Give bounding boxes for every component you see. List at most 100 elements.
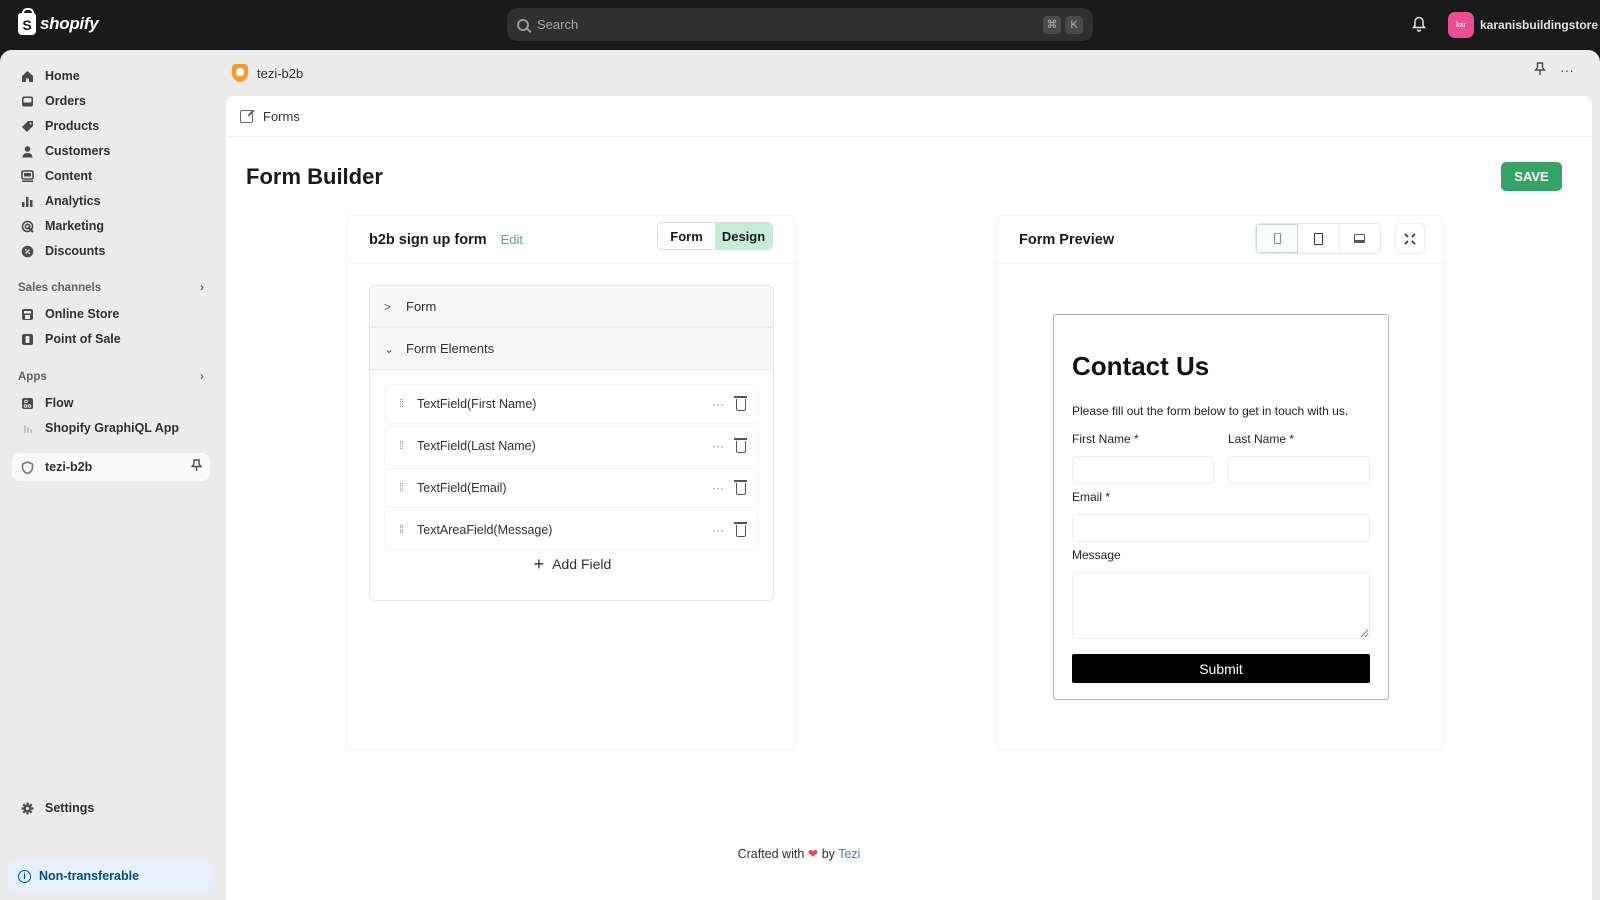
device-mobile-button[interactable] xyxy=(1256,224,1299,253)
tab-design[interactable]: Design xyxy=(715,223,772,249)
sidebar-item-flow[interactable]: Flow xyxy=(12,390,210,416)
sidebar-item-label: Shopify GraphiQL App xyxy=(45,421,180,435)
section-label: Form Elements xyxy=(406,341,495,356)
sidebar-item-orders[interactable]: Orders xyxy=(12,88,210,114)
search-icon xyxy=(517,18,529,31)
sidebar-item-online-store[interactable]: Online Store xyxy=(12,301,210,327)
more-options-icon[interactable]: ··· xyxy=(1560,62,1574,79)
top-bar: S shopify Search ⌘ K kar karanisbuilding… xyxy=(0,0,1600,50)
sidebar-item-content[interactable]: Content xyxy=(12,163,210,189)
email-field[interactable] xyxy=(1072,514,1370,542)
device-tablet-button[interactable] xyxy=(1298,224,1340,253)
sidebar-item-label: Flow xyxy=(45,396,74,410)
preview-form-description: Please fill out the form below to get in… xyxy=(1072,404,1349,418)
field-item[interactable]: ⁞⁞ TextField(Email) ··· xyxy=(384,468,759,508)
drag-handle-icon[interactable]: ⁞⁞ xyxy=(399,482,417,494)
field-item[interactable]: ⁞⁞ TextField(First Name) ··· xyxy=(384,384,759,424)
search-bar[interactable]: Search ⌘ K xyxy=(507,8,1093,41)
trash-icon[interactable] xyxy=(734,522,747,537)
last-name-field[interactable] xyxy=(1228,456,1370,484)
chevron-right-icon: › xyxy=(200,282,204,294)
info-icon: i xyxy=(18,869,31,883)
section-form[interactable]: > Form xyxy=(370,286,773,328)
pin-icon[interactable] xyxy=(190,459,203,475)
store-icon xyxy=(20,307,34,321)
target-icon xyxy=(20,219,34,233)
sidebar: Home Orders Products Customers Content A… xyxy=(0,50,222,900)
sidebar-item-discounts[interactable]: Discounts xyxy=(12,238,210,264)
more-options-icon[interactable]: ··· xyxy=(712,523,724,537)
tab-form[interactable]: Form xyxy=(658,223,715,249)
bell-icon[interactable] xyxy=(1412,16,1426,32)
field-item[interactable]: ⁞⁞ TextAreaField(Message) ··· xyxy=(384,510,759,550)
edit-form-icon xyxy=(240,109,253,123)
fullscreen-button[interactable] xyxy=(1395,223,1425,254)
sidebar-item-tezi-b2b[interactable]: tezi-b2b xyxy=(12,453,210,481)
sidebar-item-settings[interactable]: Settings xyxy=(12,795,210,821)
pin-icon[interactable] xyxy=(1534,62,1546,79)
field-list: ⁞⁞ TextField(First Name) ··· ⁞⁞ TextFiel… xyxy=(384,384,759,552)
section-form-elements[interactable]: ⌄ Form Elements xyxy=(370,328,773,370)
last-name-label: Last Name * xyxy=(1228,432,1295,446)
sidebar-item-home[interactable]: Home xyxy=(12,63,210,89)
store-name: karanisbuildingstore xyxy=(1480,18,1599,32)
sales-channels-section[interactable]: Sales channels › xyxy=(18,282,204,294)
laptop-icon xyxy=(1354,234,1366,243)
more-options-icon[interactable]: ··· xyxy=(712,439,724,453)
section-label: Sales channels xyxy=(18,282,102,294)
trash-icon[interactable] xyxy=(734,396,747,411)
drag-handle-icon[interactable]: ⁞⁞ xyxy=(399,524,417,536)
trash-icon[interactable] xyxy=(734,438,747,453)
add-field-button[interactable]: + Add Field xyxy=(370,554,773,575)
pos-icon xyxy=(20,332,34,346)
sidebar-item-label: Discounts xyxy=(45,244,106,258)
device-desktop-button[interactable] xyxy=(1340,224,1380,253)
shopify-logo[interactable]: S shopify xyxy=(18,8,99,35)
more-options-icon[interactable]: ··· xyxy=(712,481,724,495)
submit-button[interactable]: Submit xyxy=(1072,654,1370,683)
drag-handle-icon[interactable]: ⁞⁞ xyxy=(399,440,417,452)
sidebar-item-graphiql[interactable]: Shopify GraphiQL App xyxy=(12,415,210,441)
breadcrumb-item[interactable]: Forms xyxy=(263,109,300,124)
store-menu[interactable]: kar karanisbuildingstore xyxy=(1448,12,1598,38)
app-header: tezi-b2b ··· xyxy=(222,50,1592,96)
trash-icon[interactable] xyxy=(734,480,747,495)
tag-icon xyxy=(20,119,34,133)
inbox-icon xyxy=(20,94,34,108)
person-icon xyxy=(20,144,34,158)
edit-form-name-link[interactable]: Edit xyxy=(501,232,523,247)
drag-handle-icon[interactable]: ⁞⁞ xyxy=(399,398,417,410)
section-label: Apps xyxy=(18,371,47,383)
sidebar-item-point-of-sale[interactable]: Point of Sale xyxy=(12,326,210,352)
apps-section[interactable]: Apps › xyxy=(18,371,204,383)
builder-accordion: > Form ⌄ Form Elements ⁞⁞ TextField(Firs… xyxy=(369,285,774,601)
field-item[interactable]: ⁞⁞ TextField(Last Name) ··· xyxy=(384,426,759,466)
tezi-link[interactable]: Tezi xyxy=(838,847,860,861)
footer-text: Crafted with xyxy=(737,847,805,861)
sidebar-item-label: Home xyxy=(45,69,80,83)
brand-name: shopify xyxy=(40,14,99,33)
message-field[interactable] xyxy=(1072,572,1370,639)
chevron-right-icon: › xyxy=(200,371,204,383)
app-icon xyxy=(20,421,34,435)
sidebar-item-customers[interactable]: Customers xyxy=(12,138,210,164)
search-input[interactable]: Search xyxy=(537,17,1039,32)
sidebar-item-label: Point of Sale xyxy=(45,332,121,346)
preview-form-heading: Contact Us xyxy=(1072,351,1210,381)
email-label: Email * xyxy=(1072,490,1111,504)
section-label: Form xyxy=(406,299,437,314)
first-name-field[interactable] xyxy=(1072,456,1214,484)
save-button[interactable]: SAVE xyxy=(1501,162,1562,191)
non-transferable-badge[interactable]: i Non-transferable xyxy=(8,860,212,892)
main-area: tezi-b2b ··· Forms Form Builder SAVE b2b… xyxy=(222,50,1592,900)
sidebar-item-label: Orders xyxy=(45,94,86,108)
flow-icon xyxy=(20,396,34,410)
sidebar-item-products[interactable]: Products xyxy=(12,113,210,139)
more-options-icon[interactable]: ··· xyxy=(712,397,724,411)
sidebar-item-analytics[interactable]: Analytics xyxy=(12,188,210,214)
preview-form: Contact Us Please fill out the form belo… xyxy=(1053,314,1389,700)
badge-label: Non-transferable xyxy=(39,869,140,883)
field-label: TextField(Email) xyxy=(417,481,507,495)
sidebar-item-marketing[interactable]: Marketing xyxy=(12,213,210,239)
builder-header: b2b sign up form Edit Form Design xyxy=(347,216,795,264)
